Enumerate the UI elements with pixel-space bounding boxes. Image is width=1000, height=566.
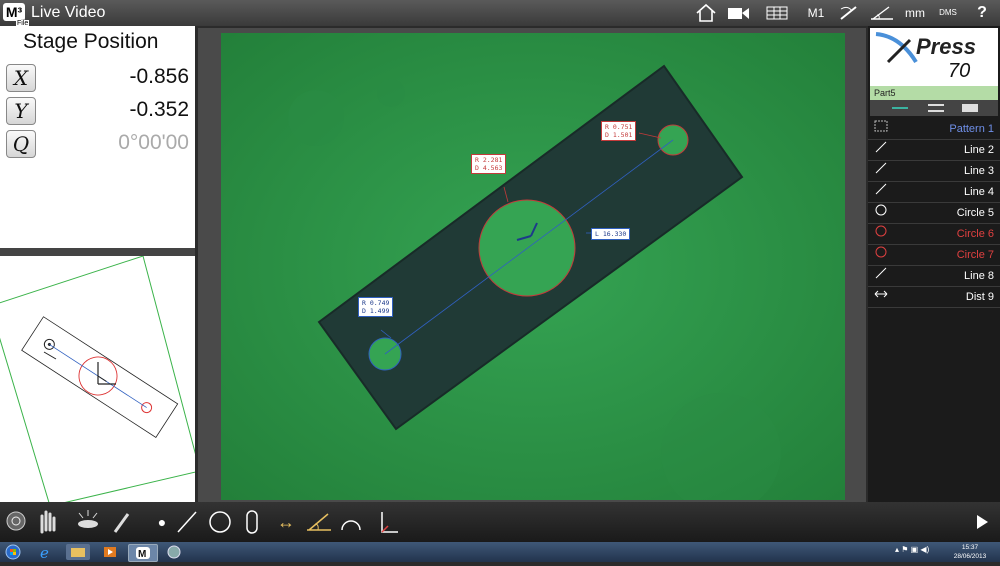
angle-tool-icon[interactable] — [304, 502, 334, 542]
file-explorer-icon[interactable] — [66, 544, 90, 560]
angle-icon[interactable] — [869, 3, 895, 23]
feature-label: Circle 7 — [956, 249, 994, 261]
distance-icon — [874, 287, 888, 307]
feature-row[interactable]: Line 4 — [868, 182, 1000, 203]
home-icon[interactable] — [695, 3, 717, 23]
settings-taskbar-icon[interactable] — [162, 544, 186, 560]
feature-label: Pattern 1 — [949, 123, 994, 135]
feature-row[interactable]: Pattern 1 — [868, 119, 1000, 140]
diameter-text: D 1.501 — [605, 131, 633, 139]
feature-label: Dist 9 — [965, 291, 994, 303]
feature-label: Line 3 — [964, 165, 994, 177]
feature-label: Line 8 — [964, 270, 994, 282]
pattern-icon — [874, 119, 888, 139]
circle-icon — [874, 203, 888, 223]
internet-explorer-icon[interactable]: e — [36, 544, 56, 562]
line-icon — [874, 266, 888, 286]
feature-row[interactable]: Circle 7 — [868, 245, 1000, 266]
live-video-view[interactable]: R 0.751 D 1.501 R 2.281 D 4.563 L 16.330… — [221, 33, 845, 500]
title-bar: M³ File Live Video M1 mm DMS ? — [0, 0, 1000, 28]
play-icon[interactable] — [972, 502, 992, 542]
x-value: -0.856 — [129, 65, 189, 88]
part-image — [221, 33, 845, 500]
probe-icon[interactable] — [838, 3, 860, 23]
line-icon — [874, 161, 888, 181]
units-label[interactable]: mm — [903, 3, 927, 23]
video-camera-icon[interactable] — [727, 3, 751, 23]
measurement-label-circle-top[interactable]: R 0.751 D 1.501 — [601, 121, 637, 141]
slot-tool-icon[interactable] — [242, 502, 262, 542]
clock-time: 15:37 — [961, 544, 979, 551]
brand-name: Press — [916, 34, 976, 59]
feature-label: Line 4 — [964, 186, 994, 198]
stage-position-panel: Stage Position X -0.856 Y -0.352 Q 0°00'… — [0, 26, 195, 248]
feature-panel: Press 70 Part5 Pattern 1 Line 2 Line 3 Line… — [868, 26, 1000, 502]
windows-taskbar: e M ▴ ⚑ ▣ ◀) 15:37 28/06/2013 — [0, 542, 1000, 562]
metrology-app-taskbar-icon[interactable]: M — [128, 544, 158, 562]
view-mode-bar — [870, 100, 998, 116]
part-name[interactable]: Part5 — [870, 86, 998, 100]
measurement-label-circle-center[interactable]: R 2.281 D 4.563 — [471, 154, 507, 174]
grid-icon[interactable] — [765, 3, 789, 23]
feature-label: Circle 6 — [956, 228, 994, 240]
part-view[interactable] — [0, 255, 201, 507]
line-icon — [874, 140, 888, 160]
table-view-icon[interactable] — [962, 104, 978, 112]
feature-label: Line 2 — [964, 144, 994, 156]
hand-tool-icon[interactable] — [34, 502, 60, 542]
feature-row[interactable]: Line 2 — [868, 140, 1000, 161]
feature-row[interactable]: Line 8 — [868, 266, 1000, 287]
model-number: 70 — [948, 60, 971, 82]
point-icon[interactable]: ● — [154, 502, 170, 542]
datum-tool-icon[interactable] — [376, 502, 402, 542]
clock-date: 28/06/2013 — [953, 553, 987, 560]
feature-row[interactable]: Circle 5 — [868, 203, 1000, 224]
feature-label: Circle 5 — [956, 207, 994, 219]
feature-row[interactable]: Line 3 — [868, 161, 1000, 182]
svg-text:M: M — [138, 549, 146, 560]
radius-text: R 2.281 — [475, 156, 503, 164]
measurement-label-circle-left[interactable]: R 0.749 D 1.499 — [358, 297, 394, 317]
measurement-label-distance[interactable]: L 16.330 — [591, 228, 631, 240]
y-axis-zero-button[interactable]: Y — [6, 97, 36, 125]
radius-text: R 0.749 — [362, 299, 390, 307]
start-button[interactable] — [4, 544, 22, 560]
feature-row[interactable]: Circle 6 — [868, 224, 1000, 245]
feature-row[interactable]: Dist 9 — [868, 287, 1000, 308]
system-tray[interactable]: ▴ ⚑ ▣ ◀) — [895, 545, 945, 559]
window-title: Live Video — [31, 4, 106, 21]
machine-label[interactable]: M1 — [804, 3, 828, 23]
y-value: -0.352 — [129, 98, 189, 121]
radius-text: R 0.751 — [605, 123, 633, 131]
x-axis-zero-button[interactable]: X — [6, 64, 36, 92]
diameter-text: D 4.563 — [475, 164, 503, 172]
part-view-drawing — [0, 255, 201, 507]
svg-text:e: e — [40, 544, 49, 560]
circle-icon — [874, 224, 888, 244]
diameter-text: D 1.499 — [362, 307, 390, 315]
distance-tool-icon[interactable]: ↔ — [272, 502, 300, 542]
clock[interactable]: 15:37 28/06/2013 — [948, 543, 992, 561]
q-axis-zero-button[interactable]: Q — [6, 130, 36, 158]
app-logo[interactable]: M³ — [3, 3, 25, 21]
circle-tool-icon[interactable] — [206, 502, 234, 542]
list-view-icon[interactable] — [892, 107, 908, 109]
line-tool-icon[interactable] — [174, 502, 200, 542]
help-icon[interactable]: ? — [972, 3, 992, 23]
line-icon — [874, 182, 888, 202]
q-value: 0°00'00 — [118, 131, 189, 154]
zoom-tool-icon[interactable] — [4, 502, 30, 542]
light-icon[interactable] — [74, 502, 102, 542]
angle-format-label[interactable]: DMS — [936, 3, 960, 23]
media-player-icon[interactable] — [98, 544, 122, 560]
detail-view-icon[interactable] — [928, 104, 944, 112]
arc-tool-icon[interactable] — [338, 502, 364, 542]
xpress-logo: Press 70 — [870, 28, 998, 86]
panel-divider — [0, 248, 195, 256]
circle-icon — [874, 245, 888, 265]
pen-icon[interactable] — [110, 502, 134, 542]
bottom-toolbar: ● ↔ — [0, 502, 1000, 542]
stage-position-title: Stage Position — [23, 30, 159, 53]
